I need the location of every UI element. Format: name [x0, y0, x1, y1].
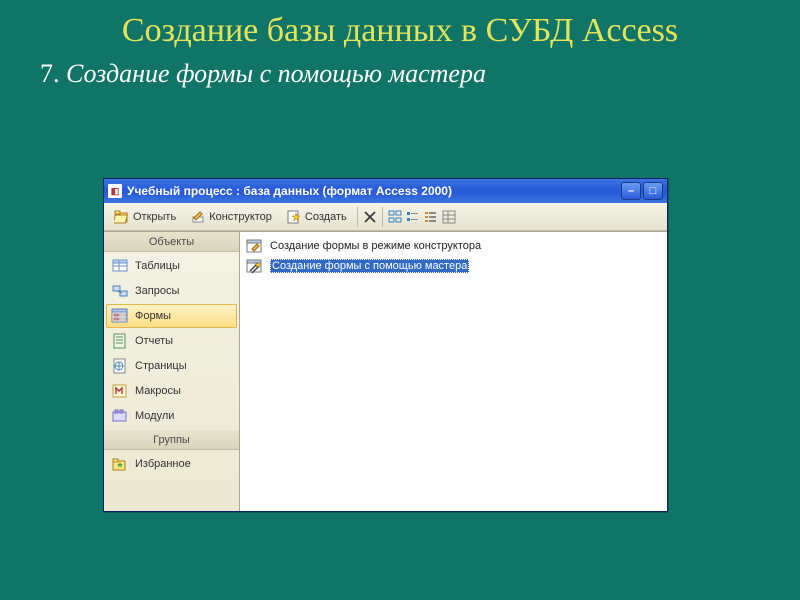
sidebar-item-label: Избранное	[135, 458, 191, 470]
objects-list: Таблицы Запросы Формы	[104, 252, 239, 430]
list-item[interactable]: Создание формы в режиме конструктора	[244, 236, 663, 256]
step-text: Создание формы с помощью мастера	[66, 59, 486, 88]
groups-list: Избранное	[104, 450, 239, 478]
step-number: 7.	[40, 59, 60, 88]
create-button[interactable]: Создать	[280, 206, 353, 228]
tables-icon	[111, 258, 129, 274]
list-item-label: Создание формы с помощью мастера	[270, 259, 469, 273]
sidebar-item-label: Запросы	[135, 285, 179, 297]
design-icon	[190, 209, 206, 225]
sidebar-item-label: Модули	[135, 410, 174, 422]
open-icon	[114, 209, 130, 225]
view-details-button[interactable]	[441, 209, 457, 225]
db-window: ◧ Учебный процесс : база данных (формат …	[103, 178, 668, 512]
delete-button[interactable]	[362, 209, 378, 225]
sidebar-item-label: Таблицы	[135, 260, 180, 272]
titlebar[interactable]: ◧ Учебный процесс : база данных (формат …	[104, 179, 667, 203]
macros-icon	[111, 383, 129, 399]
group-groups-header[interactable]: Группы	[104, 430, 239, 450]
pages-icon	[111, 358, 129, 374]
view-large-icons-button[interactable]	[387, 209, 403, 225]
sidebar-item-label: Отчеты	[135, 335, 173, 347]
sidebar: Объекты Таблицы Запросы	[104, 232, 240, 511]
toolbar-sep-2	[382, 207, 383, 227]
open-button[interactable]: Открыть	[108, 206, 182, 228]
slide-title: Создание базы данных в СУБД Access	[0, 0, 800, 53]
create-label: Создать	[305, 211, 347, 223]
list-item-label: Создание формы в режиме конструктора	[270, 240, 481, 252]
reports-icon	[111, 333, 129, 349]
sidebar-item-macros[interactable]: Макросы	[106, 379, 237, 403]
sidebar-item-label: Страницы	[135, 360, 187, 372]
sidebar-item-forms[interactable]: Формы	[106, 304, 237, 328]
toolbar: Открыть Конструктор Создать	[104, 203, 667, 231]
sidebar-item-label: Макросы	[135, 385, 181, 397]
sidebar-item-tables[interactable]: Таблицы	[106, 254, 237, 278]
create-star-icon	[286, 209, 302, 225]
app-icon: ◧	[108, 184, 122, 198]
modules-icon	[111, 408, 129, 424]
sidebar-item-favorites[interactable]: Избранное	[106, 452, 237, 476]
view-list-button[interactable]	[423, 209, 439, 225]
wizard-icon	[246, 258, 264, 274]
maximize-button[interactable]: □	[643, 182, 663, 200]
slide-step: 7. Создание формы с помощью мастера	[0, 53, 800, 89]
window-buttons: – □	[621, 182, 663, 200]
content-pane[interactable]: Создание формы в режиме конструктора Соз…	[240, 232, 667, 511]
sidebar-item-reports[interactable]: Отчеты	[106, 329, 237, 353]
design-label: Конструктор	[209, 211, 272, 223]
designer-wizard-icon	[246, 238, 264, 254]
minimize-button[interactable]: –	[621, 182, 641, 200]
list-item[interactable]: Создание формы с помощью мастера	[244, 256, 663, 276]
open-label: Открыть	[133, 211, 176, 223]
sidebar-item-pages[interactable]: Страницы	[106, 354, 237, 378]
group-objects-header[interactable]: Объекты	[104, 232, 239, 252]
sidebar-item-queries[interactable]: Запросы	[106, 279, 237, 303]
view-small-icons-button[interactable]	[405, 209, 421, 225]
queries-icon	[111, 283, 129, 299]
design-button[interactable]: Конструктор	[184, 206, 278, 228]
window-title: Учебный процесс : база данных (формат Ac…	[127, 184, 621, 198]
sidebar-item-label: Формы	[135, 310, 171, 322]
window-body: Объекты Таблицы Запросы	[104, 231, 667, 511]
favorites-icon	[111, 456, 129, 472]
sidebar-item-modules[interactable]: Модули	[106, 404, 237, 428]
forms-icon	[111, 308, 129, 324]
toolbar-sep-1	[357, 207, 358, 227]
